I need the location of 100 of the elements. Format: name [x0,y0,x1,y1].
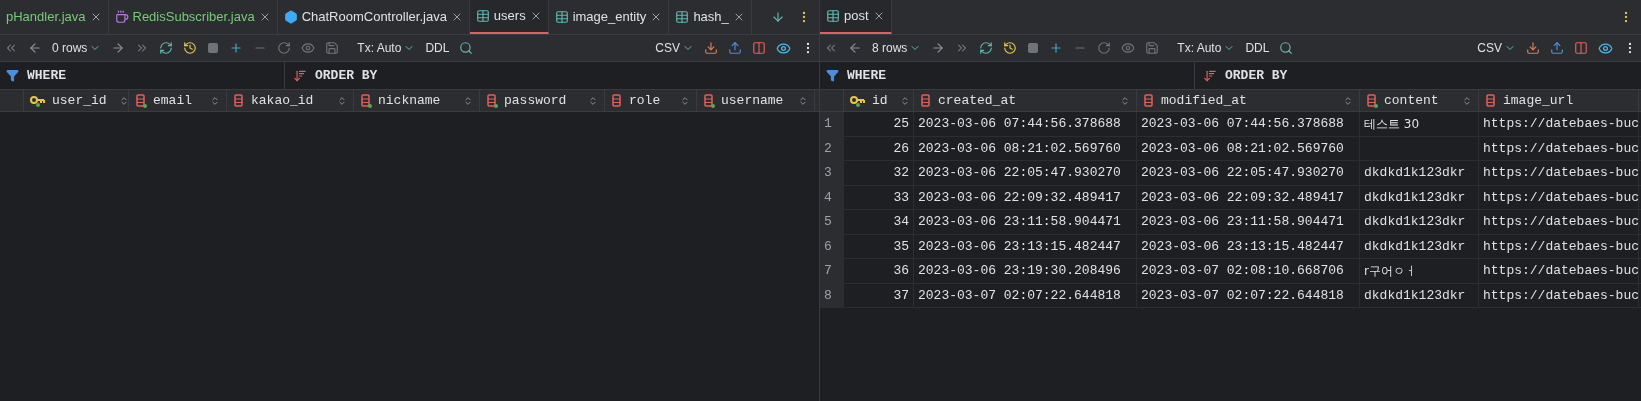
stop-icon[interactable] [207,42,220,54]
table-icon [675,10,690,24]
row-number: 2 [820,136,844,160]
editor-tab[interactable]: ChatRoomController.java [277,0,470,34]
column-header[interactable]: content [1360,90,1479,111]
refresh-icon[interactable] [979,41,994,55]
next-icon[interactable] [931,41,946,55]
table-cell-text: https://datebaes-buc [1483,213,1638,231]
tab-label: pHandler.java [6,8,86,27]
editor-tab[interactable]: image_entity [548,0,670,34]
sort-arrows-icon[interactable] [899,95,910,106]
table-cell-text: 2023-03-06 22:09:32.489417 [918,188,1121,207]
table-cell-text: 37 [893,286,909,305]
first-page-icon[interactable] [824,41,838,55]
next-icon[interactable] [111,41,126,55]
add-icon[interactable] [229,41,244,55]
tab-label: post [844,7,869,26]
rows-dropdown[interactable]: 8 rows [872,39,922,57]
column-name: modified_at [1161,91,1247,110]
eye-icon[interactable] [301,41,316,55]
sort-arrows-icon[interactable] [1120,95,1130,106]
ddl-button[interactable]: DDL [425,39,450,57]
stop-icon[interactable] [1027,42,1040,54]
order-by-field[interactable]: ORDER BY [1225,65,1288,86]
revert-icon[interactable] [277,41,292,55]
editor-tab[interactable]: pHandler.java [0,0,109,34]
compare-icon[interactable] [1574,41,1588,55]
table-cell-text: 2023-03-06 22:05:47.930270 [918,164,1121,182]
previous-icon[interactable] [28,41,42,55]
table-cell-text: 32 [893,164,909,182]
download-icon[interactable] [704,41,718,55]
tab-label: image_entity [572,8,647,27]
download-icon[interactable] [1526,41,1540,55]
upload-icon[interactable] [1550,41,1564,55]
table-cell-text: 2023-03-06 22:09:32.489417 [1141,188,1344,207]
eye-icon[interactable] [1121,41,1136,55]
ddl-button[interactable]: DDL [1245,39,1270,57]
sort-arrows-icon[interactable] [463,95,473,106]
table-cell-text: dkdkd1k123dkr [1364,237,1466,256]
column-header[interactable]: nickname [354,90,480,111]
sort-arrows-icon[interactable] [210,95,220,106]
sort-arrows-icon[interactable] [337,95,347,106]
sort-arrows-icon[interactable] [1343,95,1353,106]
table-icon [554,10,569,24]
sort-arrows-icon[interactable] [118,95,129,106]
table-cell-text: https://datebaes-buc [1483,188,1638,207]
sort-arrows-icon[interactable] [588,95,598,106]
column-name: kakao_id [251,91,314,110]
first-page-icon[interactable] [4,41,18,55]
eye-icon[interactable] [1598,40,1613,56]
transaction-dropdown[interactable]: Tx: Auto [357,39,416,57]
sort-arrows-icon[interactable] [798,95,808,106]
sort-arrows-icon[interactable] [680,95,690,106]
editor-tab[interactable]: RedisSubscriber.java [108,0,278,34]
table-cell-text: 2023-03-07 02:07:22.644818 [1141,286,1344,305]
rows-dropdown[interactable]: 0 rows [52,39,102,57]
column-header[interactable]: kakao_id [227,90,354,111]
table-cell-text: 2023-03-06 23:11:58.904471 [1141,213,1344,231]
column-header[interactable]: email [129,90,227,111]
sort-arrows-icon[interactable] [1462,95,1472,106]
where-field[interactable]: WHERE [847,65,886,86]
save-icon[interactable] [1145,41,1160,55]
search-icon[interactable] [459,41,474,55]
column-header[interactable]: username [697,90,815,111]
where-field[interactable]: WHERE [27,65,66,86]
column-header[interactable]: modified_at [1137,90,1360,111]
table-cell-text: 2023-03-07 02:08:10.668706 [1141,262,1344,280]
history-icon[interactable] [1003,41,1018,55]
hexagon-icon [283,10,298,24]
column-header[interactable]: created_at [914,90,1137,111]
add-icon[interactable] [1049,41,1064,55]
column-header[interactable]: id [844,90,914,111]
editor-tab[interactable]: post [820,0,892,34]
order-by-field[interactable]: ORDER BY [315,65,378,86]
format-dropdown[interactable]: CSV [1477,39,1516,57]
save-icon[interactable] [325,41,340,55]
column-name: nickname [378,91,441,110]
eye-icon[interactable] [776,40,791,56]
tab-label: ChatRoomController.java [301,8,447,27]
column-header[interactable]: user_id [24,90,129,111]
filter-icon [826,69,839,82]
upload-icon[interactable] [728,41,742,55]
editor-tab[interactable]: hash_ [669,0,752,34]
table-cell-text: 35 [893,237,909,256]
table-cell-text: dkdkd1k123dkr [1364,213,1466,231]
tab-label: users [493,7,526,26]
previous-icon[interactable] [848,41,862,55]
transaction-dropdown[interactable]: Tx: Auto [1177,39,1236,57]
search-icon[interactable] [1279,41,1294,55]
column-header[interactable]: image_url [1479,90,1639,111]
column-header[interactable]: role [605,90,697,111]
history-icon[interactable] [183,41,198,55]
sort-icon [1203,68,1217,83]
column-header[interactable]: password [480,90,605,111]
format-dropdown[interactable]: CSV [655,39,694,57]
table-cell-text: dkdkd1k123dkr [1364,188,1466,207]
editor-tab[interactable]: users [469,0,549,34]
refresh-icon[interactable] [159,41,174,55]
compare-icon[interactable] [752,41,766,55]
revert-icon[interactable] [1097,41,1112,55]
